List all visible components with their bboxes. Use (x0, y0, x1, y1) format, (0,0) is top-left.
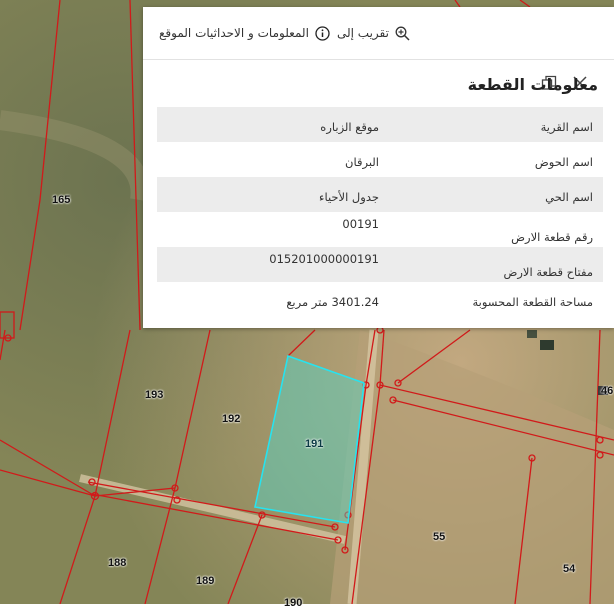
popup-title: معلومات القطعة (467, 75, 598, 94)
row-value: 00191 (342, 217, 379, 231)
info-coords-label: المعلومات و الاحداثيات الموقع (159, 26, 309, 40)
row-value: موقع الزباره (320, 120, 379, 134)
attribute-table: اسم القرية موقع الزباره اسم الحوض البرقا… (157, 107, 603, 317)
popup-actions: تقريب إلى المعلومات و الاحداثيات الموقع (143, 7, 614, 60)
info-icon (315, 25, 330, 41)
parcel-label-165: 165 (52, 194, 71, 206)
row-key: اسم الحي (545, 190, 593, 204)
parcel-label-190: 190 (284, 597, 303, 609)
parcel-label-189: 189 (196, 575, 215, 587)
parcel-label-188: 188 (108, 557, 127, 569)
row-key: مساحة القطعة المحسوبة (472, 295, 593, 309)
zoom-in-icon (395, 26, 410, 41)
table-row: اسم القرية موقع الزباره (157, 107, 603, 142)
parcel-label-46: 46 (601, 385, 614, 397)
table-row: اسم الحوض البرقان (157, 142, 603, 177)
parcel-label-193: 193 (145, 389, 164, 401)
parcel-label-54: 54 (563, 563, 576, 575)
parcel-info-popup: تقريب إلى المعلومات و الاحداثيات الموقع … (143, 7, 614, 328)
parcel-label-192: 192 (222, 413, 241, 425)
parcel-label-55: 55 (433, 531, 446, 543)
table-row: اسم الحي جدول الأحياء (157, 177, 603, 212)
row-key: رقم قطعة الارض (511, 230, 593, 244)
table-row: رقم قطعة الارض 00191 (157, 212, 603, 247)
zoom-to-label: تقريب إلى (337, 26, 389, 40)
row-key: مفتاح قطعة الارض (503, 265, 593, 279)
row-value: جدول الأحياء (319, 190, 379, 204)
table-row: مفتاح قطعة الارض 015201000000191 (157, 247, 603, 282)
zoom-to-action[interactable]: تقريب إلى (337, 24, 410, 42)
info-coords-action[interactable]: المعلومات و الاحداثيات الموقع (159, 24, 330, 42)
row-key: اسم القرية (540, 120, 593, 134)
row-value: 3401.24 متر مربع (286, 295, 379, 309)
table-row: مساحة القطعة المحسوبة 3401.24 متر مربع (157, 282, 603, 317)
row-value: البرقان (345, 155, 379, 169)
parcel-label-191: 191 (305, 438, 324, 450)
row-key: اسم الحوض (534, 155, 593, 169)
row-value: 015201000000191 (269, 252, 379, 266)
